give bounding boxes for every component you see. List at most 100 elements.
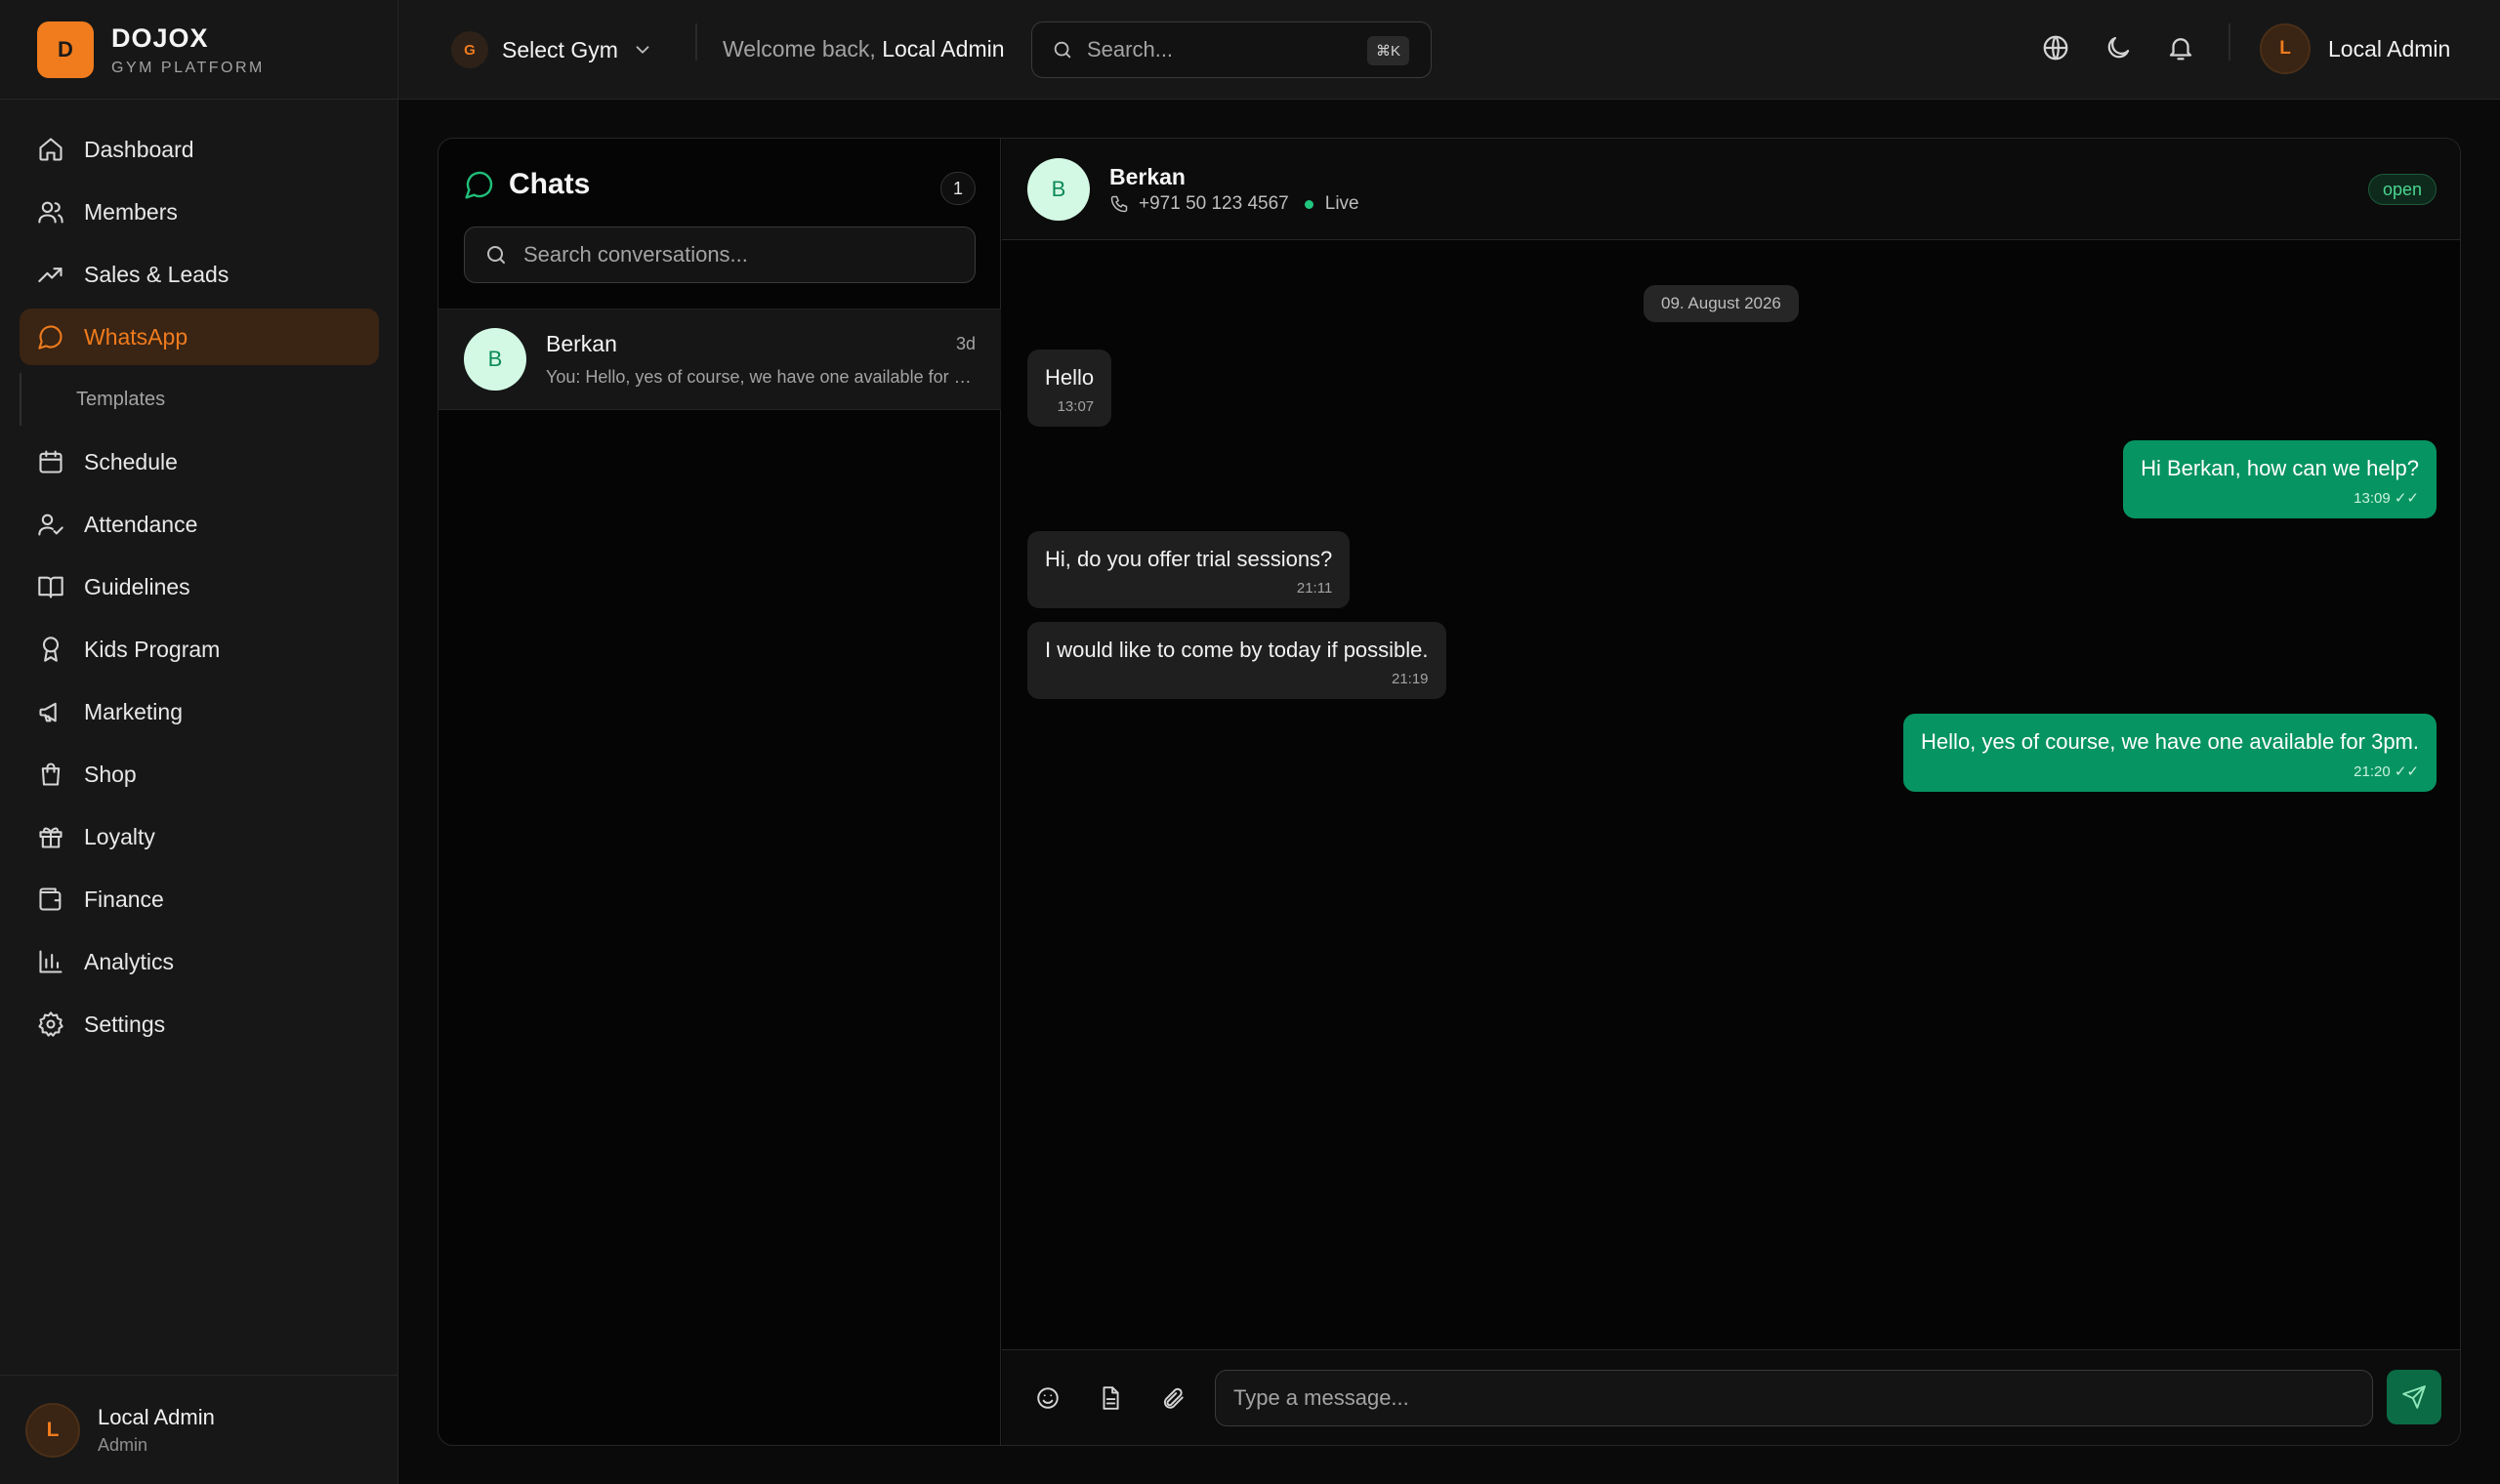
message-text: I would like to come by today if possibl… — [1045, 638, 1429, 662]
status-badge: open — [2367, 174, 2437, 205]
sidebar-subitem-templates[interactable]: Templates — [20, 371, 379, 428]
avatar: L — [25, 1402, 80, 1458]
message-input[interactable] — [1215, 1370, 2373, 1426]
user-menu[interactable]: L Local Admin — [2260, 23, 2450, 74]
sidebar-item-settings[interactable]: Settings — [20, 996, 379, 1052]
chevron-down-icon — [632, 39, 653, 61]
date-separator: 09. August 2026 — [1644, 285, 1799, 322]
conversation-search[interactable] — [464, 227, 976, 283]
globe-icon[interactable] — [2041, 33, 2070, 62]
live-status-dot — [1304, 199, 1313, 209]
search-icon — [484, 243, 508, 267]
conversation-item[interactable]: B Berkan 3d You: Hello, yes of course, w… — [438, 309, 1001, 410]
wallet-icon — [37, 886, 64, 913]
user-name: Local Admin — [98, 1404, 215, 1429]
sidebar: D DOJOX GYM PLATFORM Dashboard Members S… — [0, 0, 398, 1484]
award-icon — [37, 636, 64, 663]
send-button[interactable] — [2387, 1370, 2441, 1424]
sidebar-item-analytics[interactable]: Analytics — [20, 933, 379, 990]
sidebar-item-label: Loyalty — [84, 823, 155, 849]
sidebar-item-sales-leads[interactable]: Sales & Leads — [20, 246, 379, 303]
brand-subtitle: GYM PLATFORM — [111, 59, 265, 76]
book-icon — [37, 573, 64, 600]
sidebar-nav: Dashboard Members Sales & Leads WhatsApp… — [20, 121, 379, 1058]
message-text: Hi Berkan, how can we help? — [2141, 456, 2419, 480]
message-text: Hello, yes of course, we have one availa… — [1921, 729, 2419, 754]
sidebar-item-schedule[interactable]: Schedule — [20, 433, 379, 490]
sidebar-item-shop[interactable]: Shop — [20, 746, 379, 803]
welcome-user-name: Local Admin — [882, 36, 1005, 62]
gift-icon — [37, 823, 64, 850]
message-time: 21:11 — [1296, 580, 1333, 597]
divider — [2229, 23, 2230, 61]
sidebar-item-label: Sales & Leads — [84, 261, 229, 287]
conversation-search-input[interactable] — [523, 242, 953, 268]
sidebar-divider — [0, 99, 398, 100]
message-text: Hello — [1045, 365, 1095, 390]
contact-phone: +971 50 123 4567 — [1139, 193, 1289, 214]
sidebar-item-label: Shop — [84, 761, 137, 787]
sidebar-item-label: Members — [84, 198, 178, 225]
avatar: B — [1027, 158, 1090, 221]
sidebar-item-label: Dashboard — [84, 136, 194, 162]
sidebar-item-dashboard[interactable]: Dashboard — [20, 121, 379, 178]
message-outgoing: Hello, yes of course, we have one availa… — [1903, 714, 2437, 792]
moon-icon[interactable] — [2104, 33, 2133, 62]
sidebar-item-members[interactable]: Members — [20, 184, 379, 240]
sidebar-item-finance[interactable]: Finance — [20, 871, 379, 928]
conversation-name: Berkan — [546, 331, 617, 356]
message-time: 13:09 ✓✓ — [2354, 490, 2419, 507]
user-check-icon — [37, 511, 64, 538]
sidebar-item-label: Guidelines — [84, 573, 190, 599]
gym-avatar: G — [451, 31, 488, 68]
conversation-preview: You: Hello, yes of course, we have one a… — [546, 367, 976, 387]
sidebar-item-kids-program[interactable]: Kids Program — [20, 621, 379, 678]
sidebar-item-attendance[interactable]: Attendance — [20, 496, 379, 553]
trending-up-icon — [37, 261, 64, 288]
template-document-icon[interactable] — [1098, 1385, 1123, 1411]
thread-header: B Berkan +971 50 123 4567 Live open — [1002, 139, 2460, 240]
global-search[interactable]: ⌘K — [1031, 21, 1432, 78]
top-bar: G Select Gym Welcome back, Local Admin ⌘… — [398, 0, 2500, 100]
sidebar-item-label: Analytics — [84, 948, 175, 974]
bell-icon[interactable] — [2166, 33, 2195, 62]
conversation-time: 3d — [955, 334, 976, 353]
message-time: 21:20 ✓✓ — [2354, 763, 2419, 780]
sidebar-item-label: Finance — [84, 886, 164, 912]
sidebar-item-marketing[interactable]: Marketing — [20, 683, 379, 740]
sidebar-subitem-label: Templates — [76, 388, 166, 410]
sidebar-item-label: Settings — [84, 1010, 166, 1037]
chat-bubble-icon — [37, 323, 64, 350]
contact-meta: +971 50 123 4567 Live — [1109, 193, 1359, 215]
brand[interactable]: D DOJOX GYM PLATFORM — [37, 21, 265, 78]
gym-selector[interactable]: G Select Gym — [451, 31, 653, 68]
user-name: Local Admin — [2328, 35, 2451, 62]
whatsapp-panel: Chats 1 B Berkan 3d You: Hello, yes of c… — [438, 138, 2461, 1446]
users-icon — [37, 198, 64, 226]
message-incoming: Hello 13:07 — [1027, 350, 1112, 427]
sidebar-item-label: WhatsApp — [84, 323, 188, 350]
sidebar-item-loyalty[interactable]: Loyalty — [20, 808, 379, 865]
gym-selector-label: Select Gym — [502, 36, 618, 62]
brand-name: DOJOX — [111, 22, 209, 53]
avatar: L — [2260, 23, 2311, 74]
search-shortcut-badge: ⌘K — [1366, 36, 1409, 65]
chat-thread-pane: B Berkan +971 50 123 4567 Live open 09. … — [1002, 139, 2460, 1445]
sidebar-item-guidelines[interactable]: Guidelines — [20, 558, 379, 615]
global-search-input[interactable] — [1087, 37, 1351, 62]
calendar-icon — [37, 448, 64, 475]
search-icon — [1052, 39, 1073, 61]
message-incoming: I would like to come by today if possibl… — [1027, 622, 1446, 699]
user-role: Admin — [98, 1434, 148, 1455]
message-text: Hi, do you offer trial sessions? — [1045, 547, 1333, 571]
megaphone-icon — [37, 698, 64, 725]
sidebar-item-whatsapp[interactable]: WhatsApp — [20, 309, 379, 365]
sidebar-user-profile[interactable]: L Local Admin Admin — [0, 1375, 398, 1484]
paperclip-icon[interactable] — [1160, 1385, 1186, 1411]
emoji-icon[interactable] — [1035, 1385, 1061, 1411]
contact-name: Berkan — [1109, 164, 1186, 189]
chats-header: Chats — [464, 168, 590, 201]
contact-status: Live — [1324, 193, 1359, 214]
sidebar-item-label: Marketing — [84, 698, 183, 724]
brand-logo: D — [37, 21, 94, 78]
